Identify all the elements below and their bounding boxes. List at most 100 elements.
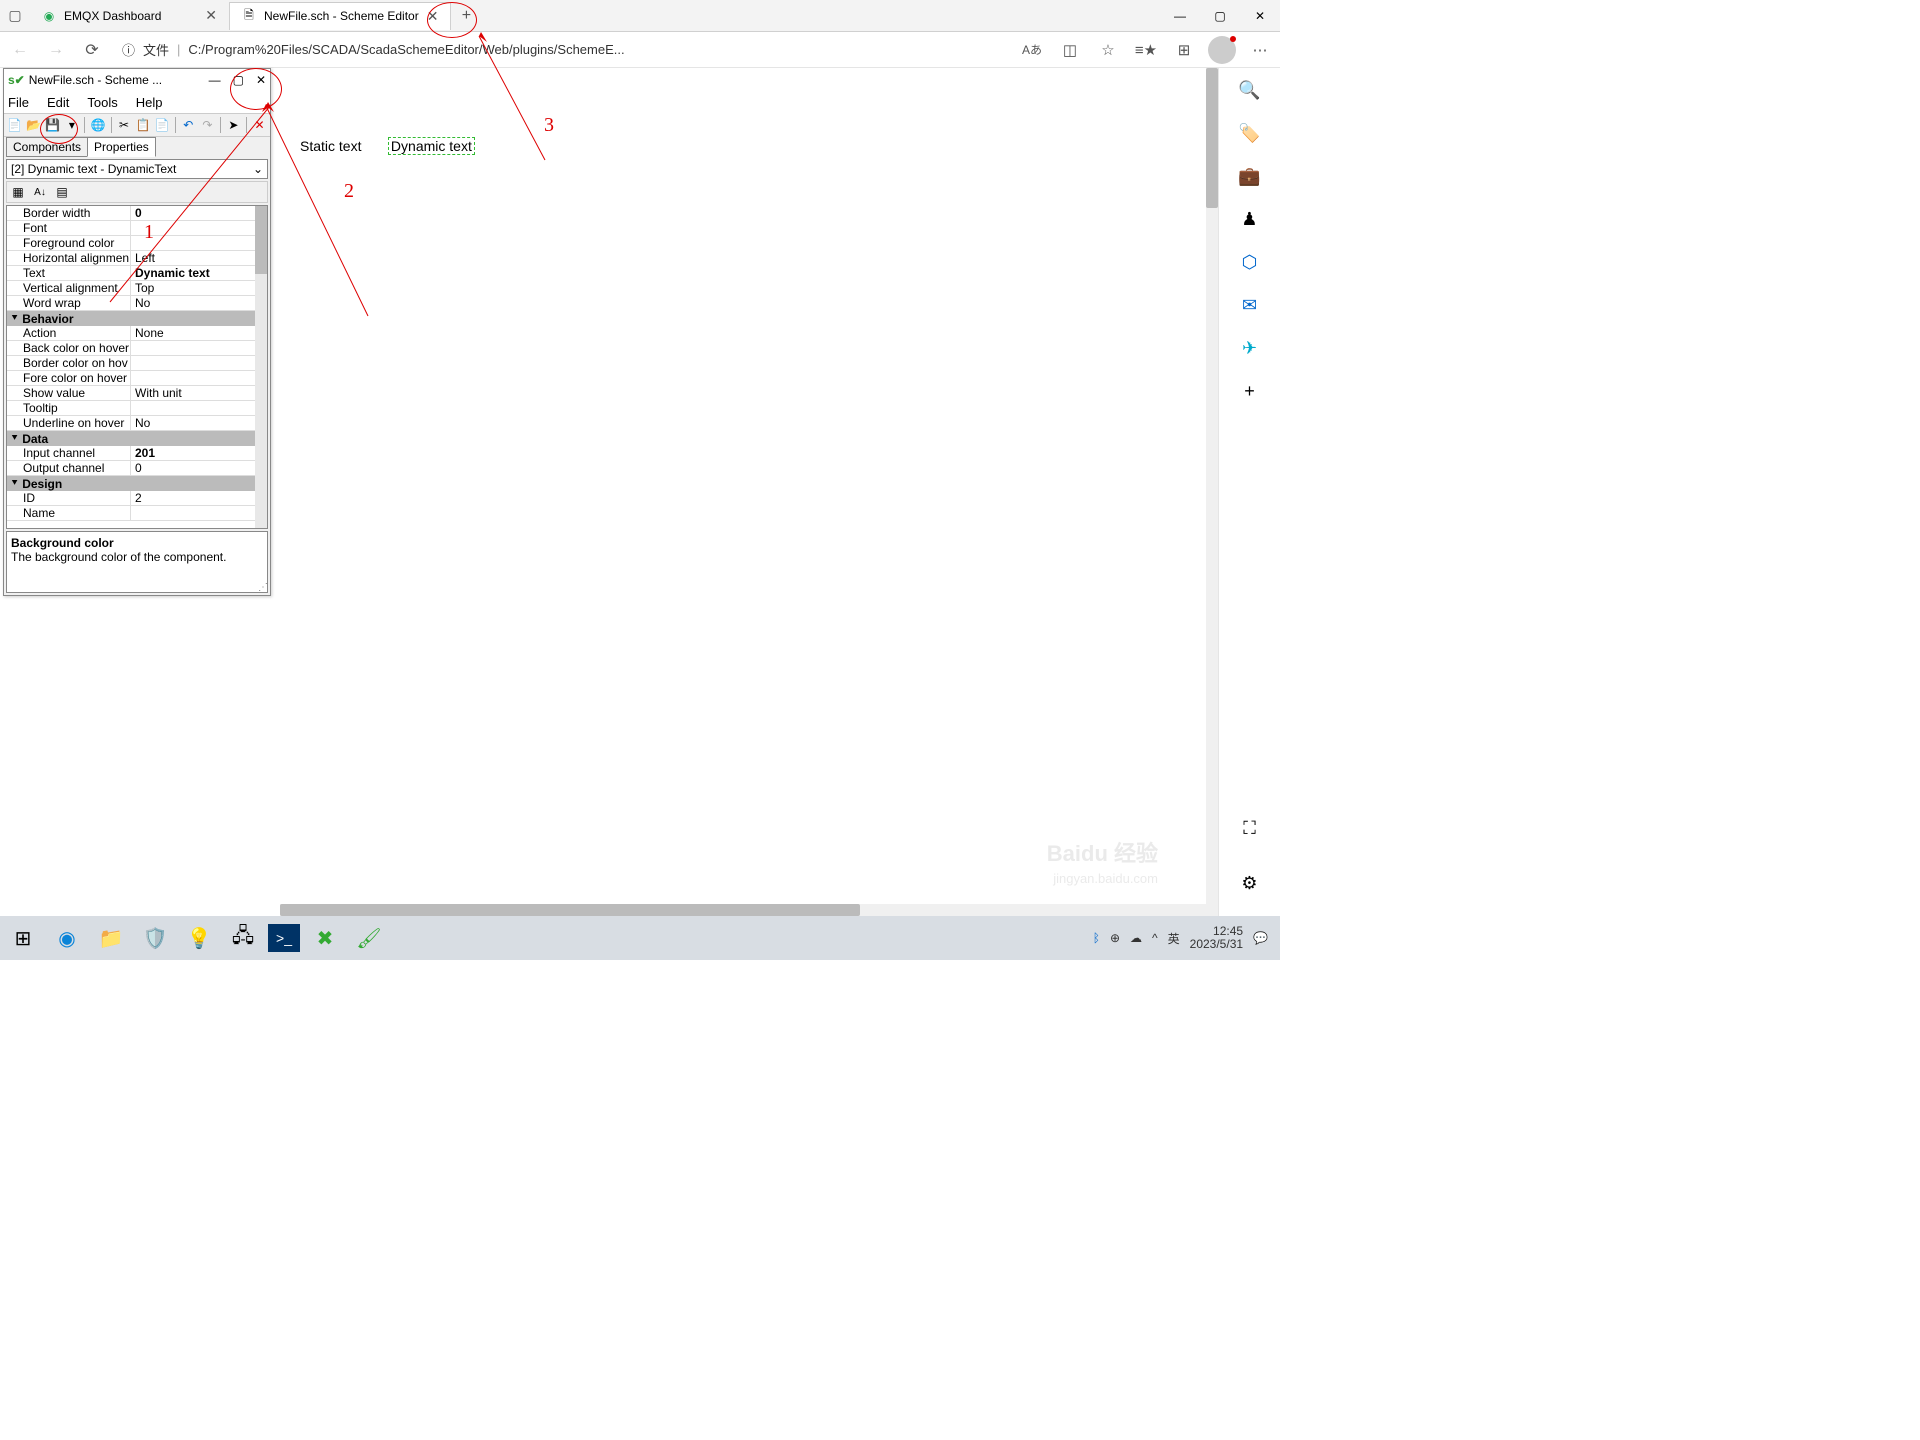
- property-category[interactable]: Design: [7, 476, 255, 491]
- property-value[interactable]: [131, 401, 255, 415]
- property-value[interactable]: [131, 506, 255, 520]
- redo-icon[interactable]: ↷: [199, 116, 216, 134]
- browser-tab-scheme[interactable]: 🗎 NewFile.sch - Scheme Editor ✕: [230, 2, 451, 30]
- property-value[interactable]: 0: [131, 461, 255, 475]
- property-row[interactable]: Tooltip: [7, 401, 255, 416]
- new-icon[interactable]: 📄: [6, 116, 23, 134]
- app-edge[interactable]: ◉: [48, 919, 86, 957]
- back-button[interactable]: ←: [6, 36, 34, 64]
- property-row[interactable]: Back color on hover: [7, 341, 255, 356]
- office-icon[interactable]: ⬡: [1242, 252, 1258, 273]
- paste-icon[interactable]: 📄: [154, 116, 171, 134]
- categorize-icon[interactable]: ▦: [9, 183, 27, 201]
- sort-icon[interactable]: A↓: [31, 183, 49, 201]
- outlook-icon[interactable]: ✉: [1242, 295, 1257, 316]
- static-text-label[interactable]: Static text: [300, 138, 361, 154]
- app-scheme[interactable]: 🖌: [350, 919, 388, 957]
- property-row[interactable]: Input channel201: [7, 446, 255, 461]
- property-category[interactable]: Data: [7, 431, 255, 446]
- menu-icon[interactable]: ⋯: [1246, 36, 1274, 64]
- property-row[interactable]: Horizontal alignmenLeft: [7, 251, 255, 266]
- start-button[interactable]: ⊞: [4, 919, 42, 957]
- tag-icon[interactable]: 🏷️: [1238, 123, 1260, 144]
- property-value[interactable]: No: [131, 416, 255, 430]
- pages-icon[interactable]: ▤: [53, 183, 71, 201]
- tray-icon[interactable]: ⊕: [1110, 931, 1120, 945]
- pointer-icon[interactable]: ➤: [225, 116, 242, 134]
- property-value[interactable]: 2: [131, 491, 255, 505]
- maximize-icon[interactable]: ▢: [1200, 1, 1240, 31]
- property-row[interactable]: ActionNone: [7, 326, 255, 341]
- copy-icon[interactable]: 📋: [135, 116, 152, 134]
- chess-icon[interactable]: ♟: [1241, 209, 1257, 230]
- property-row[interactable]: Fore color on hover: [7, 371, 255, 386]
- property-value[interactable]: With unit: [131, 386, 255, 400]
- star-icon[interactable]: ☆: [1094, 36, 1122, 64]
- resize-grip[interactable]: ⋰: [258, 582, 268, 593]
- snip-icon[interactable]: ⛶: [1243, 818, 1256, 839]
- app-terminal[interactable]: >_: [268, 924, 300, 952]
- property-value[interactable]: [131, 356, 255, 370]
- property-value[interactable]: Top: [131, 281, 255, 295]
- chevron-up-icon[interactable]: ^: [1152, 931, 1158, 945]
- property-row[interactable]: Show valueWith unit: [7, 386, 255, 401]
- horizontal-scrollbar[interactable]: [280, 904, 1206, 916]
- property-row[interactable]: Word wrapNo: [7, 296, 255, 311]
- add-icon[interactable]: +: [1244, 381, 1255, 402]
- avatar[interactable]: [1208, 36, 1236, 64]
- property-row[interactable]: Output channel0: [7, 461, 255, 476]
- refresh-button[interactable]: ⟳: [78, 36, 106, 64]
- property-value[interactable]: [131, 341, 255, 355]
- property-row[interactable]: Border width0: [7, 206, 255, 221]
- property-row[interactable]: Foreground color: [7, 236, 255, 251]
- briefcase-icon[interactable]: 💼: [1238, 166, 1260, 187]
- url-field[interactable]: ⓘ 文件 | C:/Program%20Files/SCADA/ScadaSch…: [114, 40, 1010, 59]
- app-bulb[interactable]: 💡: [180, 919, 218, 957]
- object-selector[interactable]: [2] Dynamic text - DynamicText ⌄: [6, 159, 268, 179]
- property-row[interactable]: Name: [7, 506, 255, 521]
- clock-date[interactable]: 2023/5/31: [1190, 938, 1243, 951]
- minimize-icon[interactable]: —: [209, 73, 221, 87]
- tab-list-icon[interactable]: ▢: [0, 1, 30, 31]
- property-value[interactable]: Left: [131, 251, 255, 265]
- property-value[interactable]: 201: [131, 446, 255, 460]
- forward-button[interactable]: →: [42, 36, 70, 64]
- search-icon[interactable]: 🔍: [1238, 80, 1260, 101]
- property-row[interactable]: Vertical alignmentTop: [7, 281, 255, 296]
- send-icon[interactable]: ✈: [1242, 338, 1257, 359]
- menu-edit[interactable]: Edit: [47, 95, 69, 110]
- property-value[interactable]: No: [131, 296, 255, 310]
- cut-icon[interactable]: ✂: [115, 116, 132, 134]
- property-value[interactable]: Dynamic text: [131, 266, 255, 280]
- app-shield[interactable]: 🛡️: [136, 919, 174, 957]
- property-category[interactable]: Behavior: [7, 311, 255, 326]
- browser-tab-emqx[interactable]: ◉ EMQX Dashboard ✕: [30, 2, 230, 30]
- notifications-icon[interactable]: 💬: [1253, 931, 1268, 945]
- close-icon[interactable]: ✕: [205, 7, 217, 24]
- grid-scrollbar[interactable]: [255, 206, 267, 528]
- app-explorer[interactable]: 📁: [92, 919, 130, 957]
- undo-icon[interactable]: ↶: [180, 116, 197, 134]
- split-icon[interactable]: ◫: [1056, 36, 1084, 64]
- menu-help[interactable]: Help: [136, 95, 163, 110]
- vertical-scrollbar[interactable]: [1206, 68, 1218, 916]
- bluetooth-icon[interactable]: ᛒ: [1093, 931, 1100, 945]
- favorites-icon[interactable]: ≡★: [1132, 36, 1160, 64]
- menu-file[interactable]: File: [8, 95, 29, 110]
- dynamic-text-label[interactable]: Dynamic text: [388, 137, 475, 155]
- app-network[interactable]: 🖧: [224, 919, 262, 957]
- scheme-canvas[interactable]: Static text Dynamic text: [300, 138, 475, 156]
- gear-icon[interactable]: ⚙: [1241, 873, 1257, 894]
- property-value[interactable]: 0: [131, 206, 255, 220]
- app-vscode[interactable]: ✖: [306, 919, 344, 957]
- property-value[interactable]: [131, 371, 255, 385]
- minimize-icon[interactable]: —: [1160, 1, 1200, 31]
- property-row[interactable]: ID2: [7, 491, 255, 506]
- ime-indicator[interactable]: 英: [1168, 930, 1180, 947]
- menu-tools[interactable]: Tools: [87, 95, 117, 110]
- delete-icon[interactable]: ✕: [251, 116, 268, 134]
- close-icon[interactable]: ✕: [1240, 1, 1280, 31]
- property-row[interactable]: Font: [7, 221, 255, 236]
- collections-icon[interactable]: ⊞: [1170, 36, 1198, 64]
- property-value[interactable]: None: [131, 326, 255, 340]
